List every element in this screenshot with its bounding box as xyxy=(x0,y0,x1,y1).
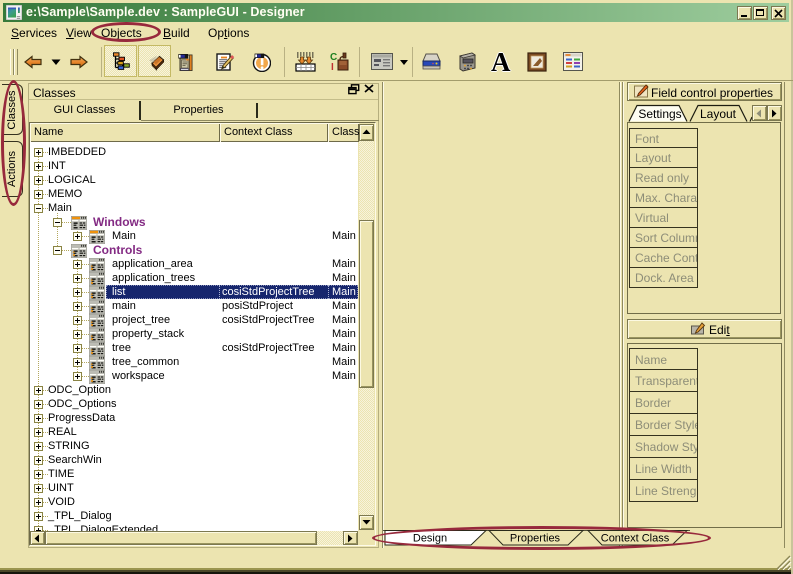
svg-text:Layout: Layout xyxy=(700,107,737,121)
svg-text:Settings: Settings xyxy=(638,107,681,121)
